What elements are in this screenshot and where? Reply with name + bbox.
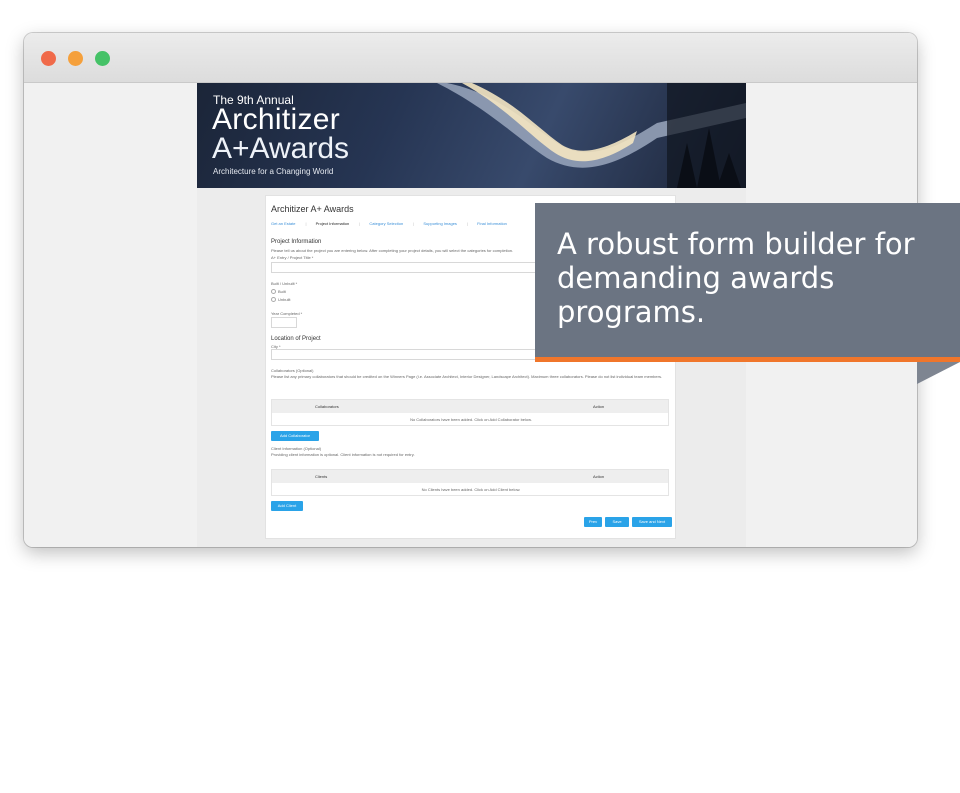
callout-text: A robust form builder for demanding awar…	[557, 227, 915, 329]
built-option-label: Built	[278, 289, 286, 294]
callout-tail	[917, 362, 960, 384]
add-client-button[interactable]: Add Client	[271, 501, 303, 511]
collaborators-heading: Collaborators (Optional)	[271, 368, 314, 373]
clients-col-name: Clients	[315, 474, 328, 479]
feature-callout: A robust form builder for demanding awar…	[535, 203, 960, 357]
form-title: Architizer A+ Awards	[271, 204, 354, 214]
add-collaborator-button[interactable]: Add Collaborator	[271, 431, 319, 441]
unbuilt-radio[interactable]	[271, 297, 276, 302]
client-info-description: Providing client information is optional…	[271, 452, 415, 457]
collaborators-table-header: Collaborators Action	[272, 400, 668, 413]
year-completed-input[interactable]	[271, 317, 297, 328]
project-title-label: A+ Entry / Project Title *	[271, 255, 314, 260]
clients-empty-row: No Clients have been added. Click on Add…	[272, 483, 668, 495]
save-and-next-button[interactable]: Save and Next	[632, 517, 672, 527]
banner-tagline: Architecture for a Changing World	[213, 167, 334, 176]
project-info-description: Please tell us about the project you are…	[271, 248, 514, 253]
location-heading: Location of Project	[271, 336, 321, 342]
maximize-window-button[interactable]	[95, 51, 110, 66]
banner-awards-text: A+Awards	[212, 132, 350, 165]
collaborators-empty-text: No Collaborators have been added. Click …	[410, 417, 532, 422]
collaborators-empty-row: No Collaborators have been added. Click …	[272, 413, 668, 425]
clients-table: Clients Action No Clients have been adde…	[271, 469, 669, 496]
step-supporting-images[interactable]: Supporting Images	[423, 221, 457, 226]
collaborators-table: Collaborators Action No Collaborators ha…	[271, 399, 669, 426]
clients-col-action: Action	[593, 474, 605, 479]
collaborators-description: Please list any primary collaborators th…	[271, 374, 663, 379]
clients-empty-text: No Clients have been added. Click on Add…	[421, 487, 521, 492]
banner-title: Architizer	[212, 103, 341, 136]
city-input[interactable]	[271, 349, 536, 360]
step-category-selection[interactable]: Category Selection	[369, 221, 403, 226]
awards-banner: The 9th Annual Architizer A+Awards Archi…	[197, 83, 746, 188]
close-window-button[interactable]	[41, 51, 56, 66]
project-info-heading: Project Information	[271, 239, 322, 245]
step-final-information[interactable]: Final Information	[477, 221, 507, 226]
clients-table-header: Clients Action	[272, 470, 668, 483]
collaborators-col-action: Action	[593, 404, 605, 409]
marketing-stage: The 9th Annual Architizer A+Awards Archi…	[0, 0, 960, 793]
project-title-input[interactable]	[271, 262, 536, 273]
unbuilt-option-label: Unbuilt	[278, 297, 291, 302]
built-unbuilt-label: Built / Unbuilt *	[271, 281, 298, 286]
window-titlebar	[24, 33, 917, 83]
client-info-heading: Client Information (Optional)	[271, 446, 322, 451]
prev-button[interactable]: Prev	[584, 517, 602, 527]
built-radio[interactable]	[271, 289, 276, 294]
callout-accent-bar	[535, 357, 960, 362]
step-project-information[interactable]: Project Information	[316, 221, 350, 226]
save-button[interactable]: Save	[605, 517, 629, 527]
step-get-estate[interactable]: Get an Estate	[271, 221, 295, 226]
collaborators-col-name: Collaborators	[315, 404, 339, 409]
year-completed-label: Year Completed *	[271, 311, 303, 316]
minimize-window-button[interactable]	[68, 51, 83, 66]
form-steps: Get an Estate | Project Information | Cate…	[271, 221, 507, 226]
